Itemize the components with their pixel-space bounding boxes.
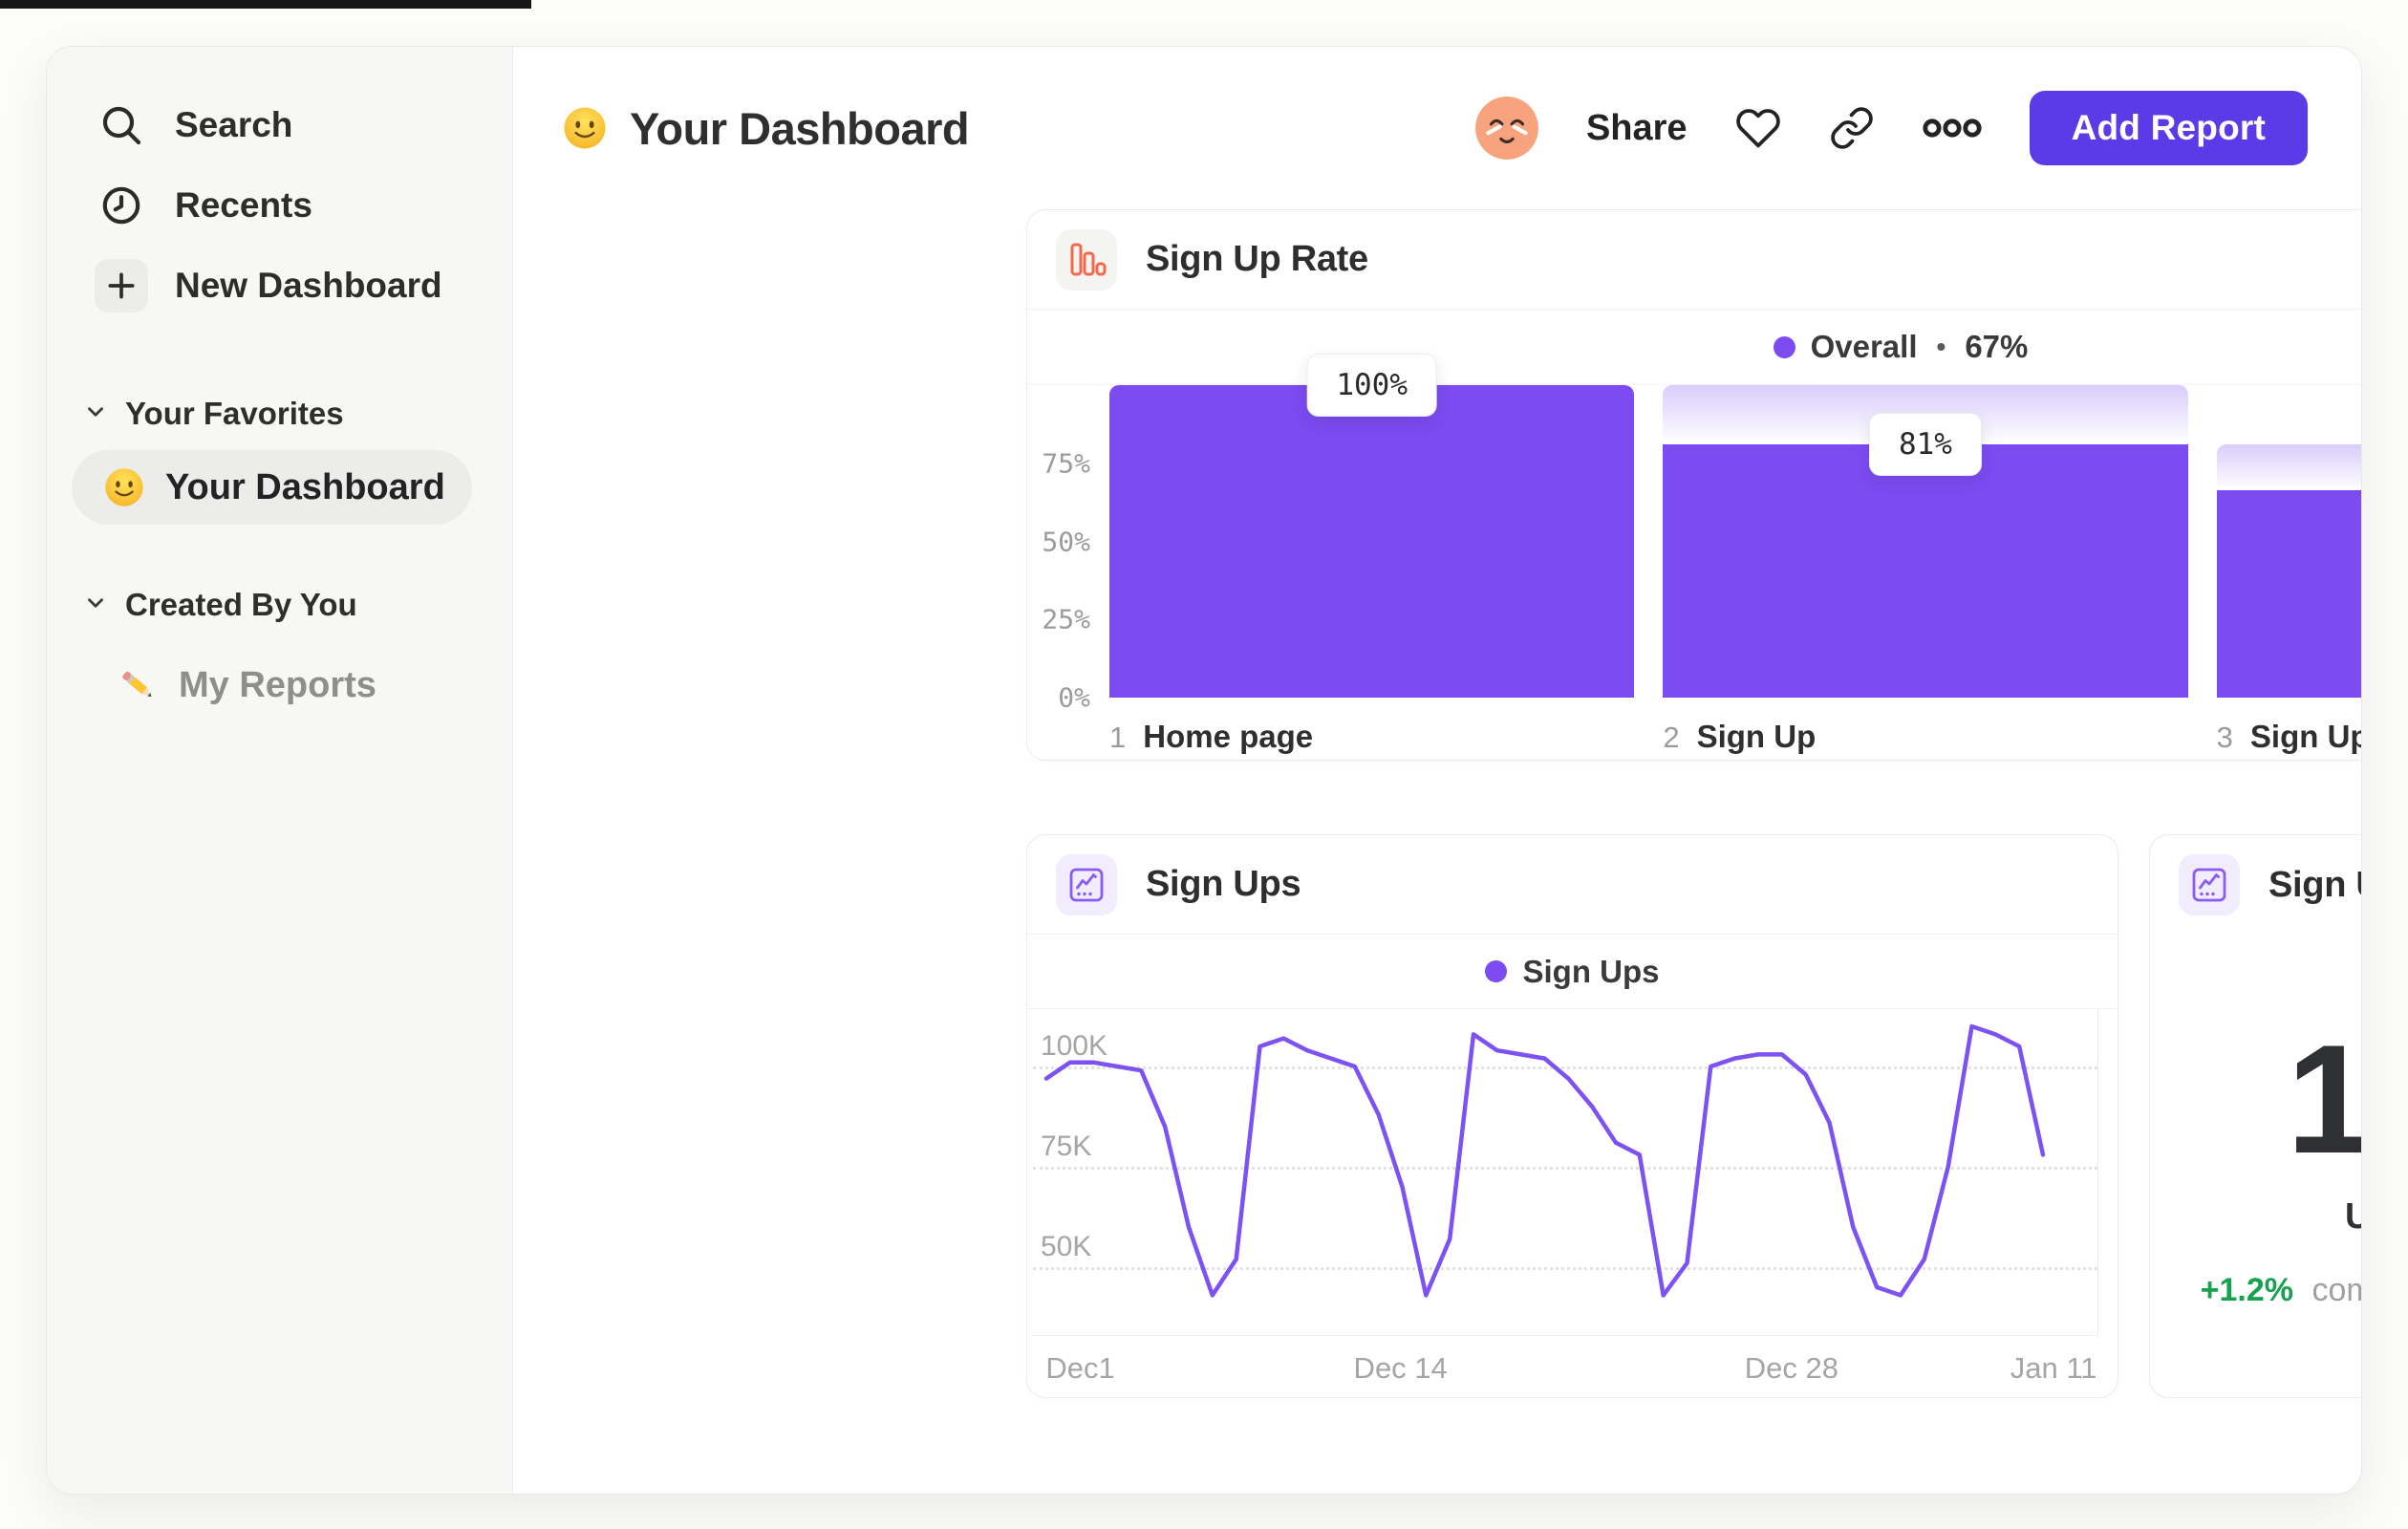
- funnel-step-label: 3Sign Up Confirmation: [2216, 719, 2361, 754]
- sidebar-item-search[interactable]: Search: [47, 85, 512, 165]
- main-content: Your Dashboard Share Add Report Sign Up …: [513, 47, 2361, 1494]
- legend-separator: •: [1936, 332, 1946, 361]
- share-button[interactable]: Share: [1586, 108, 1688, 149]
- sign-ups-today-card: Sign Ups Today 100K Unique Users +1.2% c…: [2149, 834, 2362, 1398]
- bar-value-tooltip: 81%: [1868, 413, 1982, 477]
- plus-icon: [95, 259, 148, 312]
- sign-ups-card: Sign Ups Sign Ups 100K 75K 50K Dec1 Dec 14 D…: [1026, 834, 2118, 1398]
- bar-unconverted-gradient: [2216, 444, 2361, 490]
- sidebar-section-label: Created By You: [125, 587, 357, 622]
- legend-dot: [1485, 960, 1508, 982]
- card-title: Sign Ups Today: [2268, 864, 2361, 905]
- line-plot-area[interactable]: 100K 75K 50K: [1033, 1009, 2098, 1336]
- sidebar-section-created-by-you[interactable]: Created By You: [47, 578, 512, 632]
- funnel-bar-step-2[interactable]: 81%: [1663, 385, 2188, 698]
- bar-converted-fill: [1663, 444, 2188, 698]
- kpi-content: 100K Unique Users +1.2% compared to prev…: [2150, 1013, 2362, 1309]
- smiley-emoji-icon: [104, 467, 144, 507]
- chevron-down-icon: [83, 396, 108, 432]
- x-axis-tick: Jan 11: [2010, 1351, 2097, 1385]
- sidebar-section-label: Your Favorites: [125, 396, 344, 431]
- funnel-bar-step-3[interactable]: 82%: [2216, 385, 2361, 698]
- funnel-x-axis: 1Home page 2Sign Up 3Sign Up Confirmation: [1027, 719, 2361, 755]
- smiley-emoji-icon: [563, 106, 607, 150]
- sidebar-item-label: New Dashboard: [175, 266, 442, 305]
- funnel-bar-step-1[interactable]: 100%: [1109, 354, 1635, 698]
- card-header: Sign Up Rate: [1027, 210, 2361, 310]
- clock-icon: [95, 179, 148, 232]
- dashboard-header: Your Dashboard Share Add Report: [513, 47, 2361, 209]
- sign-ups-line-series: [1043, 1023, 2046, 1298]
- legend-value: 67%: [1965, 329, 2029, 364]
- line-x-axis: Dec1 Dec 14 Dec 28 Jan 11: [1033, 1336, 2098, 1393]
- heart-icon[interactable]: [1735, 105, 1781, 151]
- y-axis-tick: 0%: [1058, 681, 1090, 714]
- link-icon[interactable]: [1829, 105, 1875, 151]
- card-header: Sign Ups Today: [2150, 835, 2361, 935]
- funnel-step-label: 2 Sign Up: [1663, 719, 1817, 754]
- bar-chart-icon: [1056, 228, 1117, 291]
- search-icon: [95, 98, 148, 152]
- pencil-emoji-icon: [118, 664, 160, 706]
- funnel-step-label: 1 Home page: [1109, 719, 1314, 754]
- y-axis-tick: 25%: [1042, 603, 1090, 635]
- sidebar: Search Recents New Dashboard Your Favori…: [47, 47, 513, 1494]
- card-title: Sign Ups: [1146, 864, 1301, 904]
- x-axis-tick: Dec 28: [1744, 1351, 1838, 1385]
- card-header: Sign Ups: [1027, 835, 2118, 935]
- app-window: Search Recents New Dashboard Your Favori…: [46, 46, 2362, 1495]
- sidebar-item-label: Search: [175, 105, 293, 144]
- legend-series-label: Sign Ups: [1522, 953, 1660, 989]
- legend-series-label: Overall: [1810, 329, 1918, 364]
- kpi-label: Unique Users: [2150, 1196, 2361, 1238]
- line-chart-icon: [1056, 853, 1117, 915]
- add-report-button[interactable]: Add Report: [2029, 91, 2308, 165]
- screen: Search Recents New Dashboard Your Favori…: [0, 0, 2408, 1529]
- x-axis-tick: Dec1: [1045, 1351, 1115, 1385]
- funnel-bars: 100% 81% 82%: [1109, 354, 2361, 698]
- funnel-legend[interactable]: Overall • 67%: [1027, 310, 2361, 384]
- funnel-y-axis: 75% 50% 25% 0%: [1027, 385, 1109, 713]
- x-axis-tick: Dec 14: [1353, 1351, 1448, 1385]
- sidebar-section-your-favorites[interactable]: Your Favorites: [47, 387, 512, 441]
- background-window-edge: [0, 0, 531, 9]
- bar-value-tooltip: 100%: [1306, 354, 1437, 417]
- sidebar-item-recents[interactable]: Recents: [47, 165, 512, 246]
- ellipsis-icon[interactable]: [1922, 115, 1982, 141]
- sidebar-item-new-dashboard[interactable]: New Dashboard: [47, 246, 512, 326]
- sidebar-item-label: Recents: [175, 185, 312, 225]
- bar-converted-fill: [2216, 489, 2361, 698]
- line-legend[interactable]: Sign Ups: [1027, 935, 2118, 1009]
- sidebar-item-label: Your Dashboard: [165, 466, 445, 507]
- sidebar-item-my-reports[interactable]: My Reports: [47, 647, 512, 723]
- card-title: Sign Up Rate: [1146, 239, 1368, 279]
- page-title: Your Dashboard: [563, 102, 970, 155]
- sign-up-rate-card: Sign Up Rate Overall • 67% 75% 50% 25% 0% 1…: [1026, 209, 2361, 761]
- kpi-delta-note: compared to previous period: [2311, 1272, 2361, 1308]
- chevron-down-icon: [83, 587, 108, 623]
- sidebar-item-your-dashboard[interactable]: Your Dashboard: [72, 450, 472, 525]
- kpi-delta-row: +1.2% compared to previous period: [2150, 1272, 2361, 1309]
- y-axis-tick: 50%: [1042, 526, 1090, 557]
- kpi-delta: +1.2%: [2200, 1272, 2293, 1308]
- line-chart-icon: [2179, 854, 2240, 915]
- header-actions: Share Add Report: [1474, 91, 2308, 165]
- funnel-plot-area: 75% 50% 25% 0% 100% 81% 82%: [1027, 354, 2361, 714]
- kpi-value: 100K: [2286, 1013, 2362, 1186]
- legend-dot: [1773, 335, 1795, 358]
- sidebar-item-label: My Reports: [179, 664, 376, 705]
- bar-converted-fill: [1109, 385, 1635, 698]
- user-avatar[interactable]: [1474, 97, 1538, 160]
- y-axis-tick: 75%: [1042, 447, 1090, 480]
